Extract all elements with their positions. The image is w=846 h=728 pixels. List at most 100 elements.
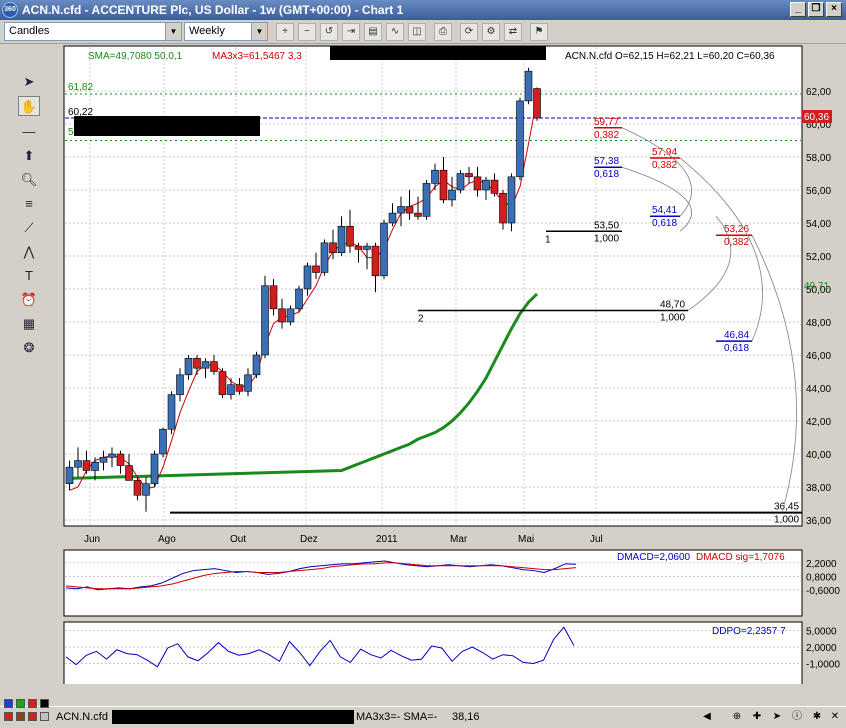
color-swatch[interactable] — [40, 712, 49, 721]
zoom-icon[interactable]: ⊕ — [730, 710, 744, 724]
y-tick-label: 58,00 — [806, 153, 831, 164]
candle — [524, 67, 533, 105]
redacted-block — [330, 46, 546, 60]
color-swatch[interactable] — [28, 712, 37, 721]
minimize-button[interactable]: _ — [790, 2, 806, 17]
chart-area[interactable]: 62,00 60,00 58,00 56,00 54,00 52,00 50,00 48,00… — [62, 44, 846, 701]
chart-toolbar: Candles ▼ Weekly ▼ + − ↺ ⇥ ▤ ∿ ◫ ⎙ ⟳ ⚙ ⇄… — [0, 20, 846, 44]
fib-value: 53,26 — [724, 224, 749, 235]
candle — [507, 173, 516, 232]
status-symbol: ACN.N.cfd — [56, 711, 108, 723]
color-swatch[interactable] — [40, 699, 49, 708]
dpo-label: DDPO=2,2357 7 — [712, 626, 786, 637]
trade-icon[interactable]: ⇄ — [504, 23, 522, 41]
fib-ratio: 0,618 — [724, 343, 749, 354]
macd-y-tick: -0,6000 — [806, 586, 840, 597]
candle — [150, 450, 159, 487]
fib-value: 57,94 — [652, 147, 677, 158]
chart-shift-icon[interactable]: ⇥ — [342, 23, 360, 41]
status-values: MA3x3=- SMA=- — [356, 711, 438, 723]
chevron-down-icon[interactable]: ▼ — [165, 23, 181, 40]
fib-value: 54,41 — [652, 205, 677, 216]
alerts-icon[interactable]: ⚑ — [530, 23, 548, 41]
dpo-panel — [63, 621, 803, 687]
y-tick-label: 46,00 — [806, 351, 831, 362]
candle — [295, 285, 303, 313]
print-icon[interactable]: ⎙ — [434, 23, 452, 41]
window-title: ACN.N.cfd - ACCENTURE Plc, US Dollar - 1… — [22, 3, 404, 17]
fib-ratio: 0,618 — [594, 169, 619, 180]
color-swatch[interactable] — [4, 699, 13, 708]
chevron-down-icon[interactable]: ▼ — [251, 23, 267, 40]
text-tool-icon[interactable]: T — [18, 266, 40, 286]
pivot-label: 2 — [418, 313, 424, 324]
fib-value: 59,77 — [594, 117, 619, 128]
drawing-tools-panel: ➤ ✋ — ⬆ 🔍︎ ≡ ⟋ ⋀ T ⏰ ▦ ❂ — [0, 44, 60, 684]
timeframe-value: Weekly — [189, 25, 225, 37]
cursor-icon[interactable]: ➤ — [770, 710, 784, 724]
candle — [456, 170, 465, 194]
y-tick-label: 44,00 — [806, 384, 831, 395]
current-price-tag: 60,36 — [804, 112, 829, 123]
hand-pan-icon[interactable]: ✋ — [18, 96, 40, 116]
y-tick-label: 48,00 — [806, 318, 831, 329]
y-tick-label: 40,00 — [806, 450, 831, 461]
fib-ratio: 0,382 — [724, 237, 749, 248]
cursor-arrow-icon[interactable]: ➤ — [18, 72, 40, 92]
settings-icon[interactable]: ❂ — [18, 338, 40, 358]
fib-value: 57,38 — [594, 156, 619, 167]
y-tick-label: 36,00 — [806, 516, 831, 527]
scroll-left-icon[interactable]: ◀ — [700, 710, 714, 724]
alarm-icon[interactable]: ⏰ — [18, 290, 40, 310]
pattern-icon[interactable]: ⋀ — [18, 242, 40, 262]
x-tick-label: Jun — [84, 534, 100, 545]
calculator-icon[interactable]: ▦ — [18, 314, 40, 334]
zoom-in-icon[interactable]: + — [276, 23, 294, 41]
ohlc-label: ACN.N.cfd O=62,15 H=62,21 L=60,20 C=60,3… — [565, 51, 775, 62]
close-button[interactable]: × — [826, 2, 842, 17]
candle — [320, 239, 329, 276]
properties-icon[interactable]: ⚙ — [482, 23, 500, 41]
chart-type-select[interactable]: Candles ▼ — [4, 22, 182, 41]
x-tick-label: Mar — [450, 534, 468, 545]
indicators-icon[interactable]: ∿ — [386, 23, 404, 41]
horizontal-line-icon[interactable]: — — [18, 122, 40, 142]
magnifier-icon[interactable]: 🔍︎ — [18, 170, 40, 190]
info-icon[interactable]: ⓘ — [790, 710, 804, 724]
x-tick-label: Out — [230, 534, 246, 545]
x-tick-label: Jul — [590, 534, 603, 545]
color-swatch[interactable] — [16, 712, 25, 721]
macd-label: DMACD=2,0600 — [617, 552, 691, 563]
template-icon[interactable]: ▤ — [364, 23, 382, 41]
color-swatch[interactable] — [28, 699, 37, 708]
restore-button[interactable]: ❐ — [808, 2, 824, 17]
zoom-out-icon[interactable]: − — [298, 23, 316, 41]
fibonacci-icon[interactable]: ≡ — [18, 194, 40, 214]
redacted-block — [112, 710, 354, 724]
auto-scroll-icon[interactable]: ↺ — [320, 23, 338, 41]
arrow-up-icon[interactable]: ⬆ — [18, 146, 40, 166]
candle — [380, 219, 388, 280]
dpo-y-tick: 5,0000 — [806, 627, 837, 638]
chart-canvas[interactable]: 62,0060,0058,0056,0054,0052,0050,0048,00… — [62, 44, 846, 701]
refresh-icon[interactable]: ⟳ — [460, 23, 478, 41]
timeframe-select[interactable]: Weekly ▼ — [184, 22, 268, 41]
candle — [422, 180, 431, 220]
fib-fan-icon[interactable]: ⟋ — [18, 218, 40, 238]
dpo-y-tick: -1,0000 — [806, 660, 840, 671]
status-number: 38,16 — [452, 711, 480, 723]
app-icon: 360 — [2, 2, 18, 18]
ma-label: MA3x3=61,5467 3,3 — [212, 51, 302, 62]
candle — [167, 391, 176, 435]
fib-value: 48,70 — [660, 299, 685, 310]
color-swatch[interactable] — [16, 699, 25, 708]
x-tick-label: Mai — [518, 534, 534, 545]
close-icon[interactable]: ✕ — [828, 710, 842, 724]
cross-icon[interactable]: ✚ — [750, 710, 764, 724]
y-tick-label: 42,00 — [806, 417, 831, 428]
settings-icon[interactable]: ✱ — [810, 710, 824, 724]
objects-icon[interactable]: ◫ — [408, 23, 426, 41]
fib-ratio: 0,618 — [652, 218, 677, 229]
dpo-y-tick: 2,0000 — [806, 643, 837, 654]
color-swatch[interactable] — [4, 712, 13, 721]
